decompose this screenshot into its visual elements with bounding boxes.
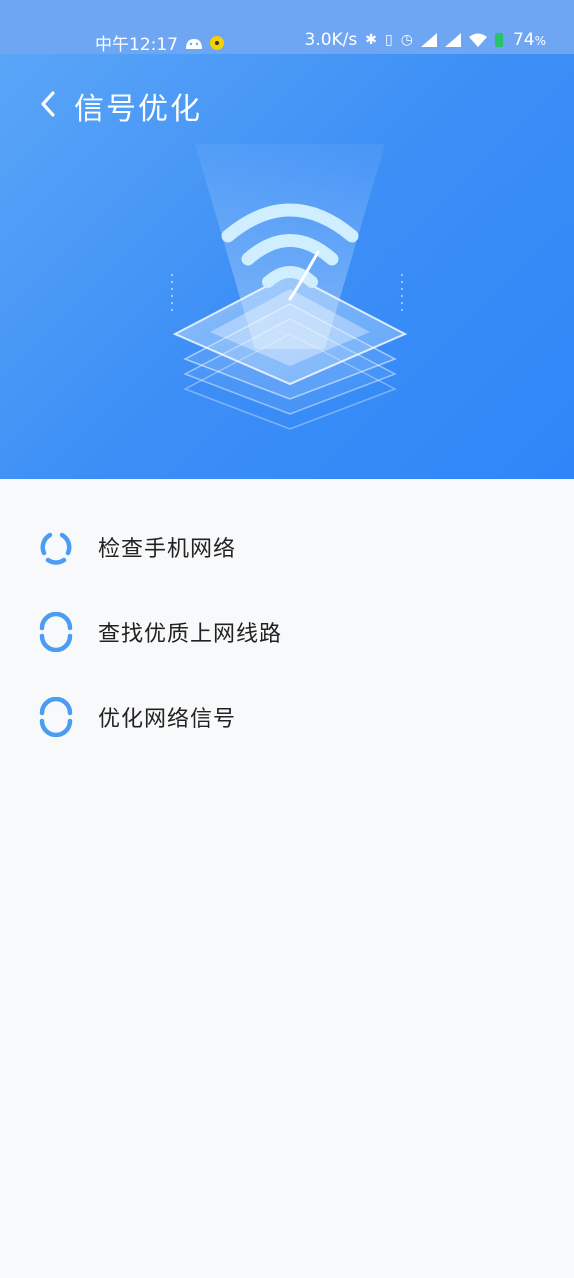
network-speed: 3.0K/s (304, 30, 358, 50)
status-bar: 中午12:17 3.0K/s ✱ ▯ ◷ 74% (0, 0, 574, 55)
loading-spinner-icon (39, 611, 73, 652)
task-item-optimize-signal: 优化网络信号 (0, 674, 574, 759)
bluetooth-icon: ✱ (365, 32, 378, 48)
optimization-task-list: 检查手机网络 查找优质上网线路 优化网络信号 (0, 479, 574, 759)
signal-2-icon (444, 33, 461, 47)
wifi-icon (468, 33, 487, 47)
task-label: 查找优质上网线路 (98, 621, 283, 647)
battery-level: 74% (512, 30, 546, 50)
wifi-signal-illustration (171, 144, 408, 430)
app-notification-icon (210, 35, 224, 50)
task-label: 优化网络信号 (98, 706, 237, 732)
loading-spinner-icon (39, 696, 73, 737)
status-time: 中午12:17 (95, 35, 178, 55)
status-right: 3.0K/s ✱ ▯ ◷ 74% (305, 30, 547, 50)
task-label: 检查手机网络 (98, 536, 237, 562)
chevron-left-icon (41, 91, 55, 117)
alarm-icon: ◷ (400, 32, 413, 48)
page-title: 信号优化 (74, 92, 202, 127)
task-item-find-route: 查找优质上网线路 (0, 589, 574, 674)
vibrate-icon: ▯ (385, 32, 393, 48)
status-left: 中午12:17 (95, 30, 224, 55)
back-button[interactable] (36, 86, 60, 122)
task-item-check-network: 检查手机网络 (0, 504, 574, 589)
hero-header: 信号优化 (0, 54, 574, 479)
signal-1-icon (420, 33, 437, 47)
battery-icon (494, 33, 503, 47)
loading-spinner-icon (40, 532, 72, 565)
android-icon (186, 38, 202, 49)
